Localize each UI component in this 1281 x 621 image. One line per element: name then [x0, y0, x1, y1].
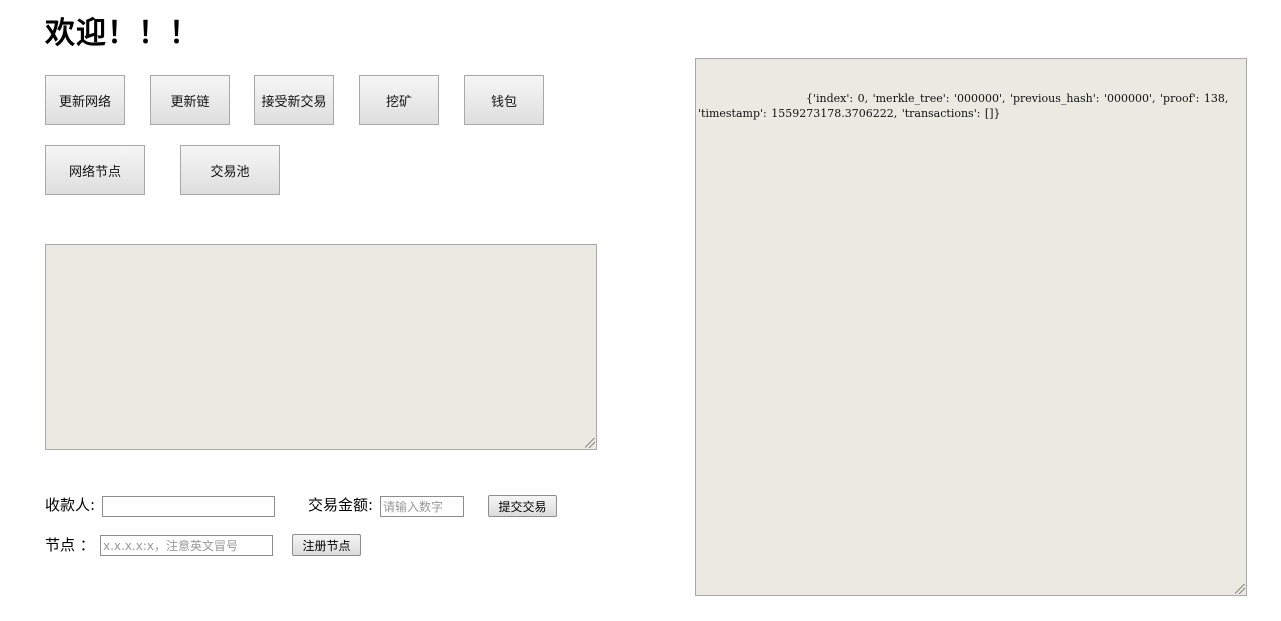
register-node-button[interactable]: 注册节点 — [292, 534, 361, 556]
chain-output-textarea[interactable]: {'index': 0, 'merkle_tree': '000000', 'p… — [695, 58, 1247, 596]
node-address-input[interactable]: x.x.x.x:x，注意英文冒号 — [100, 535, 273, 556]
page-title: 欢迎！！！ — [45, 16, 200, 51]
accept-transaction-button[interactable]: 接受新交易 — [254, 75, 334, 125]
network-nodes-button[interactable]: 网络节点 — [45, 145, 145, 195]
mine-button[interactable]: 挖矿 — [359, 75, 439, 125]
resize-handle-icon[interactable] — [585, 438, 595, 448]
transaction-pool-button[interactable]: 交易池 — [180, 145, 280, 195]
amount-input[interactable]: 请输入数字 — [380, 496, 464, 517]
update-network-button[interactable]: 更新网络 — [45, 75, 125, 125]
left-output-textarea[interactable] — [45, 244, 597, 450]
wallet-button[interactable]: 钱包 — [464, 75, 544, 125]
submit-transaction-button[interactable]: 提交交易 — [488, 495, 557, 517]
resize-handle-icon[interactable] — [1235, 584, 1245, 594]
amount-label: 交易金额: — [308, 496, 374, 514]
update-chain-button[interactable]: 更新链 — [150, 75, 230, 125]
recipient-label: 收款人: — [45, 496, 96, 514]
recipient-input[interactable] — [102, 496, 275, 517]
chain-output-text: {'index': 0, 'merkle_tree': '000000', 'p… — [698, 92, 1229, 120]
node-label: 节点 ： — [45, 536, 95, 554]
